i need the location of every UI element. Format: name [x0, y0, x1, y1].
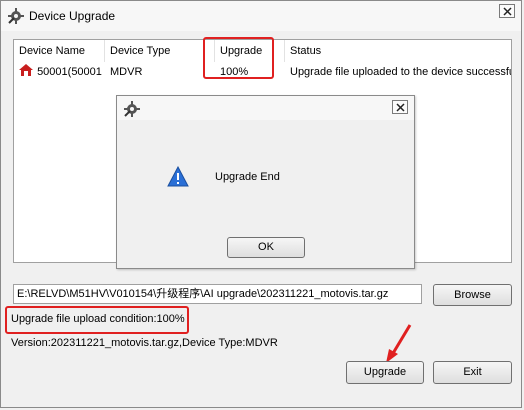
upgrade-button[interactable]: Upgrade	[346, 361, 424, 384]
device-name-text: 50001(50001	[37, 66, 102, 78]
ok-button[interactable]: OK	[227, 237, 305, 258]
column-header-device-type[interactable]: Device Type	[105, 40, 215, 62]
device-upgrade-window: Device Upgrade Device Name Device Type U…	[0, 0, 522, 408]
close-icon	[395, 102, 405, 112]
annotation-box-upgrade-column	[203, 37, 274, 79]
close-icon	[502, 6, 512, 16]
gear-wrench-icon	[8, 8, 24, 24]
window-title: Device Upgrade	[29, 9, 116, 23]
cell-device-type: MDVR	[110, 66, 143, 78]
dialog-message: Upgrade End	[215, 171, 280, 183]
column-header-status[interactable]: Status	[285, 40, 511, 62]
annotation-arrow-icon	[386, 324, 412, 363]
dialog-close-button[interactable]	[392, 100, 408, 114]
version-info-text: Version:202311221_motovis.tar.gz,Device …	[11, 337, 278, 349]
browse-button[interactable]: Browse	[433, 284, 512, 306]
exit-button[interactable]: Exit	[433, 361, 512, 384]
upgrade-end-dialog: Upgrade End OK	[116, 95, 415, 269]
title-bar: Device Upgrade	[1, 1, 521, 31]
dialog-title-bar	[117, 96, 414, 120]
window-close-button[interactable]	[499, 4, 515, 18]
warning-icon	[167, 166, 189, 187]
file-path-field[interactable]: E:\RELVD\M51HV\V010154\升级程序\AI upgrade\2…	[13, 284, 422, 304]
column-header-device-name[interactable]: Device Name	[14, 40, 105, 62]
annotation-box-upload-condition	[5, 306, 189, 334]
gear-wrench-icon	[124, 101, 140, 117]
cell-status: Upgrade file uploaded to the device succ…	[290, 66, 511, 78]
house-device-icon	[19, 64, 33, 76]
cell-device-name: 50001(50001	[14, 62, 105, 82]
